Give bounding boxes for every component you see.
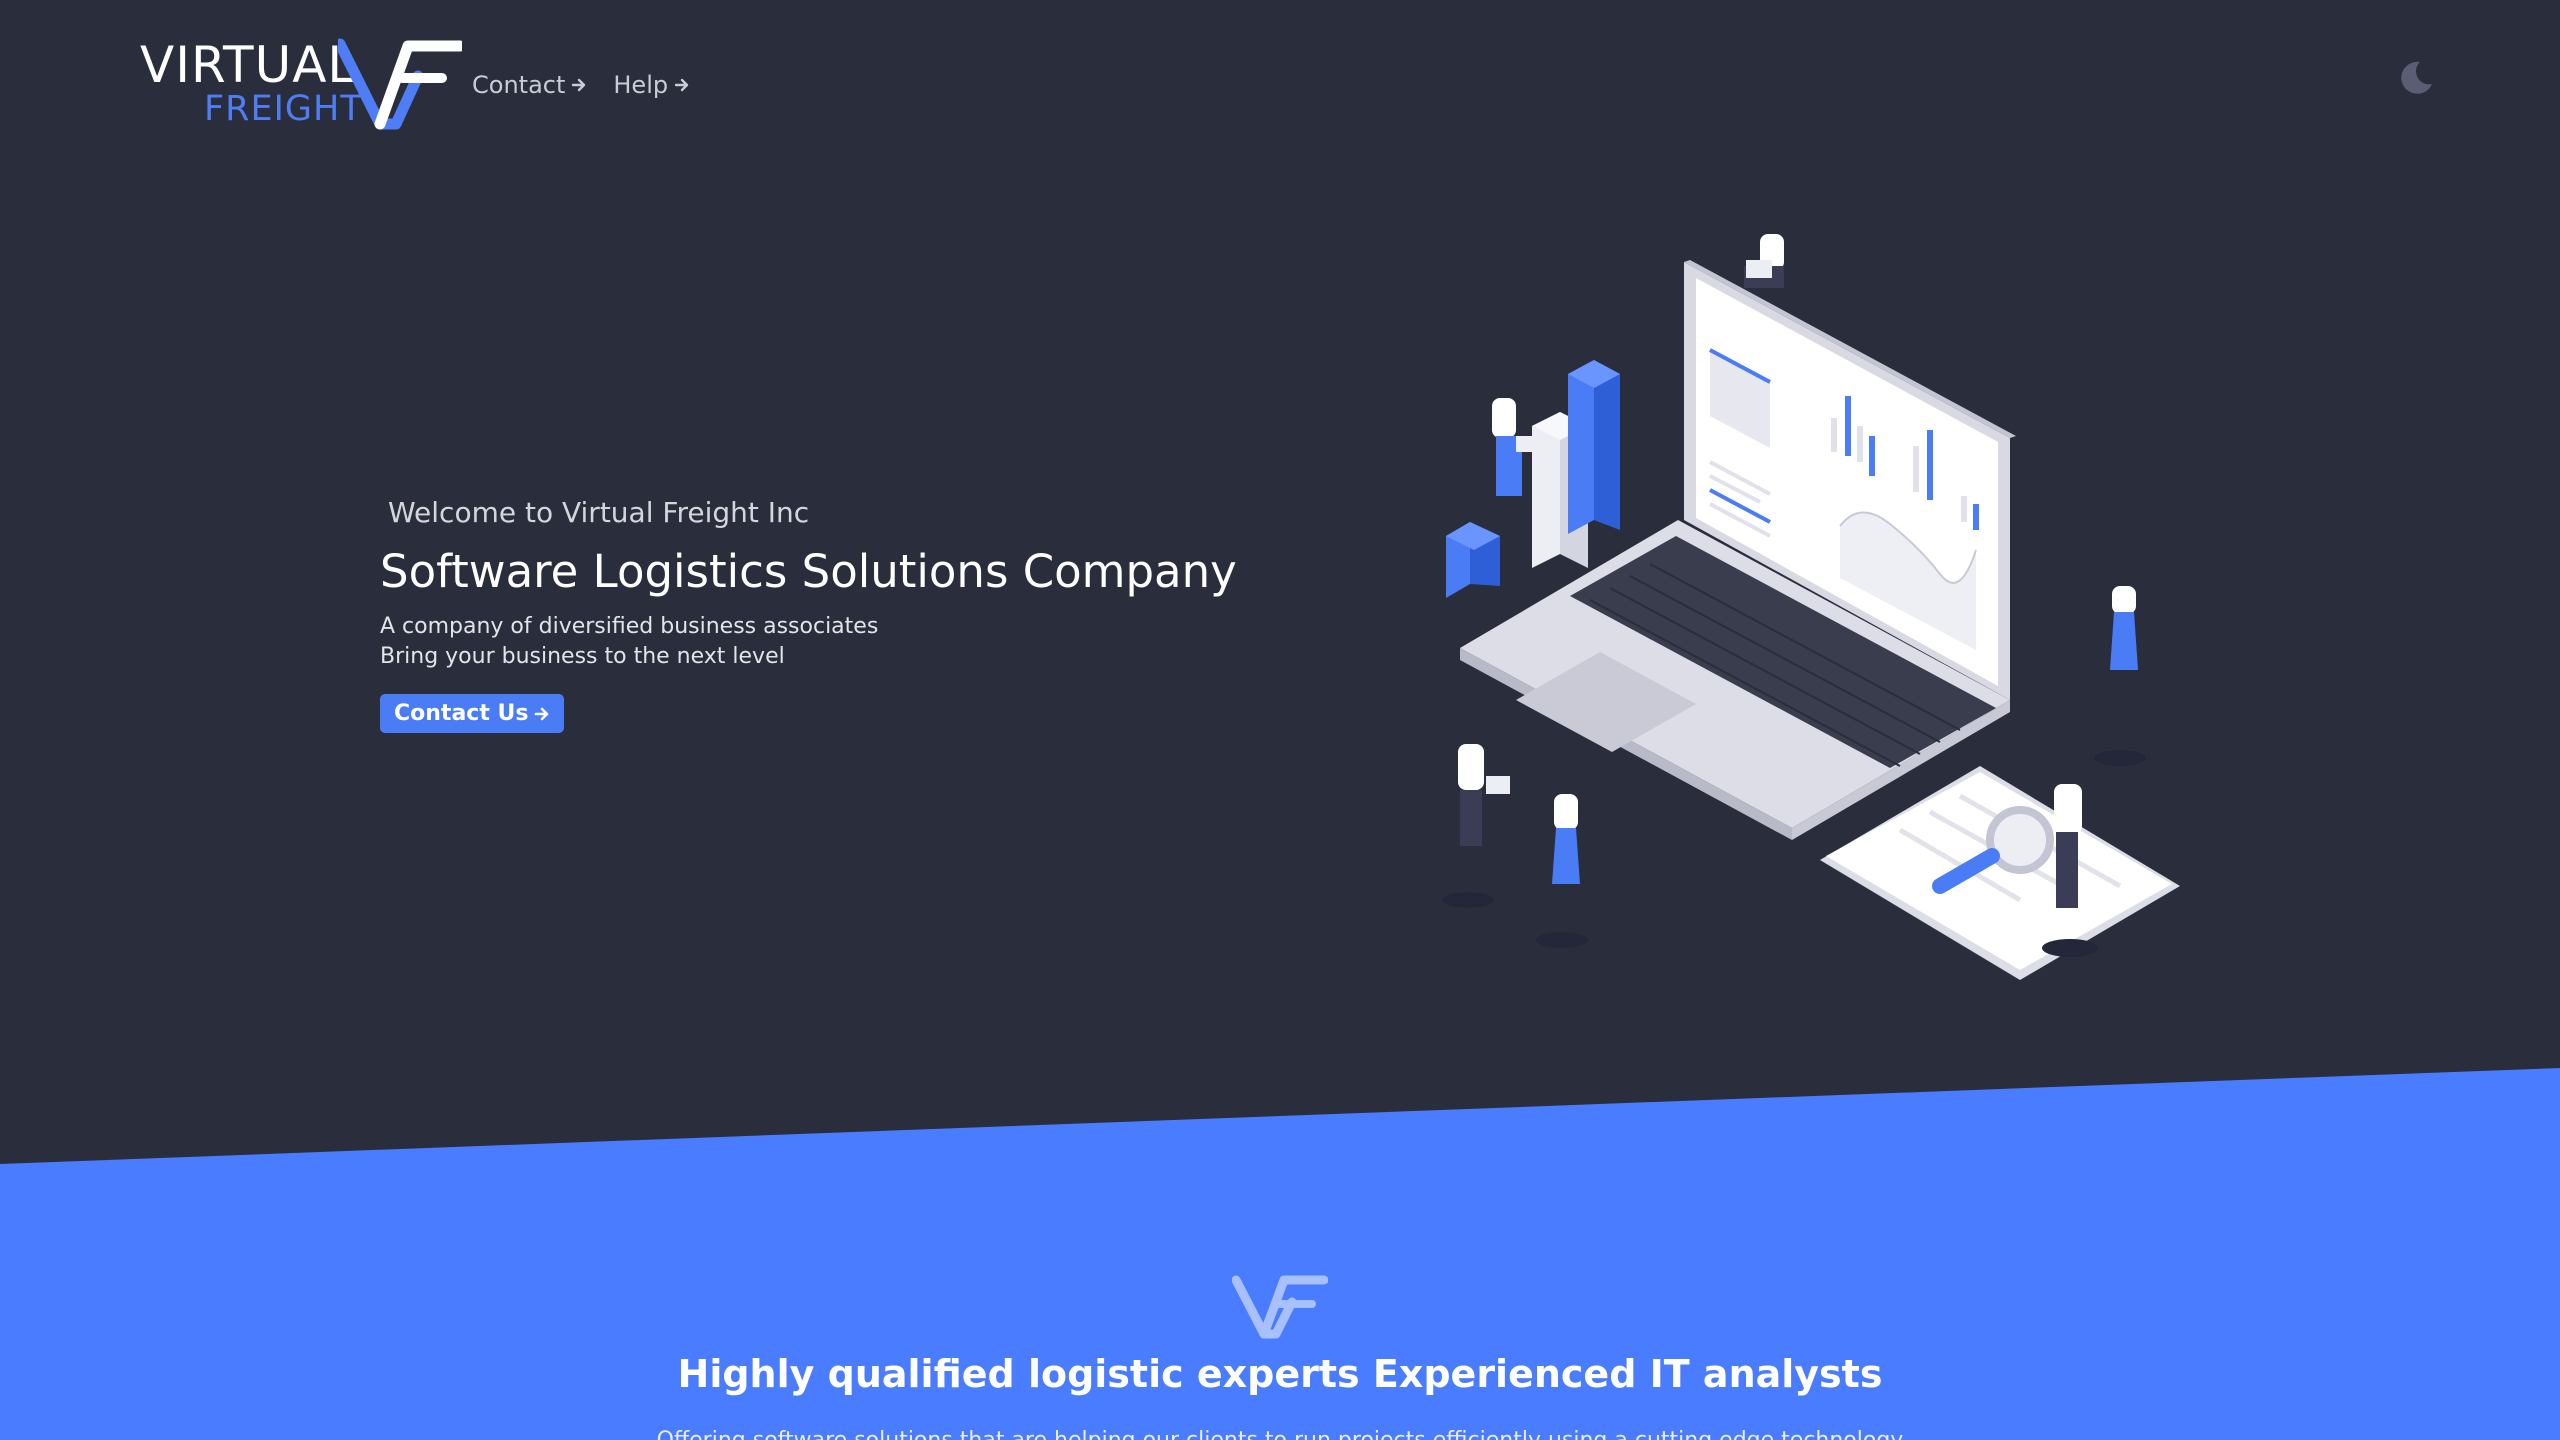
hero-subtitle: A company of diversified business associ… [380,612,1237,672]
logo-text-virtual: VIRTUAL [140,36,357,94]
nav-contact-label: Contact [472,71,566,99]
hero-title: Software Logistics Solutions Company [380,545,1237,598]
bar-blocks [1446,360,1620,598]
hero-welcome: Welcome to Virtual Freight Inc [388,496,810,529]
vf-logo-mark-light [1232,1275,1328,1339]
arrow-right-icon [572,78,586,92]
vf-logo-mark [338,38,462,130]
nav-contact-link[interactable]: Contact [472,71,587,99]
hero-text-block: Welcome to Virtual Freight Inc Software … [380,496,1237,733]
main-nav: Contact Help [472,71,690,99]
hero-illustration [1442,214,2180,980]
logo[interactable]: VIRTUAL FREIGHT [138,36,462,132]
hero-subtitle-line-1: A company of diversified business associ… [380,614,879,639]
hero-subtitle-line-2: Bring your business to the next level [380,644,785,669]
contact-us-label: Contact Us [394,701,529,726]
contact-us-button[interactable]: Contact Us [380,694,565,733]
nav-help-link[interactable]: Help [613,71,690,99]
nav-help-label: Help [613,71,669,99]
section-text: Offering software solutions that are hel… [0,1428,2560,1440]
arrow-right-icon [674,78,689,92]
theme-toggle-button[interactable] [2398,60,2434,96]
section-heading: Highly qualified logistic experts Experi… [677,1352,1883,1396]
arrow-right-icon [535,707,549,720]
moon-icon [2401,61,2432,94]
